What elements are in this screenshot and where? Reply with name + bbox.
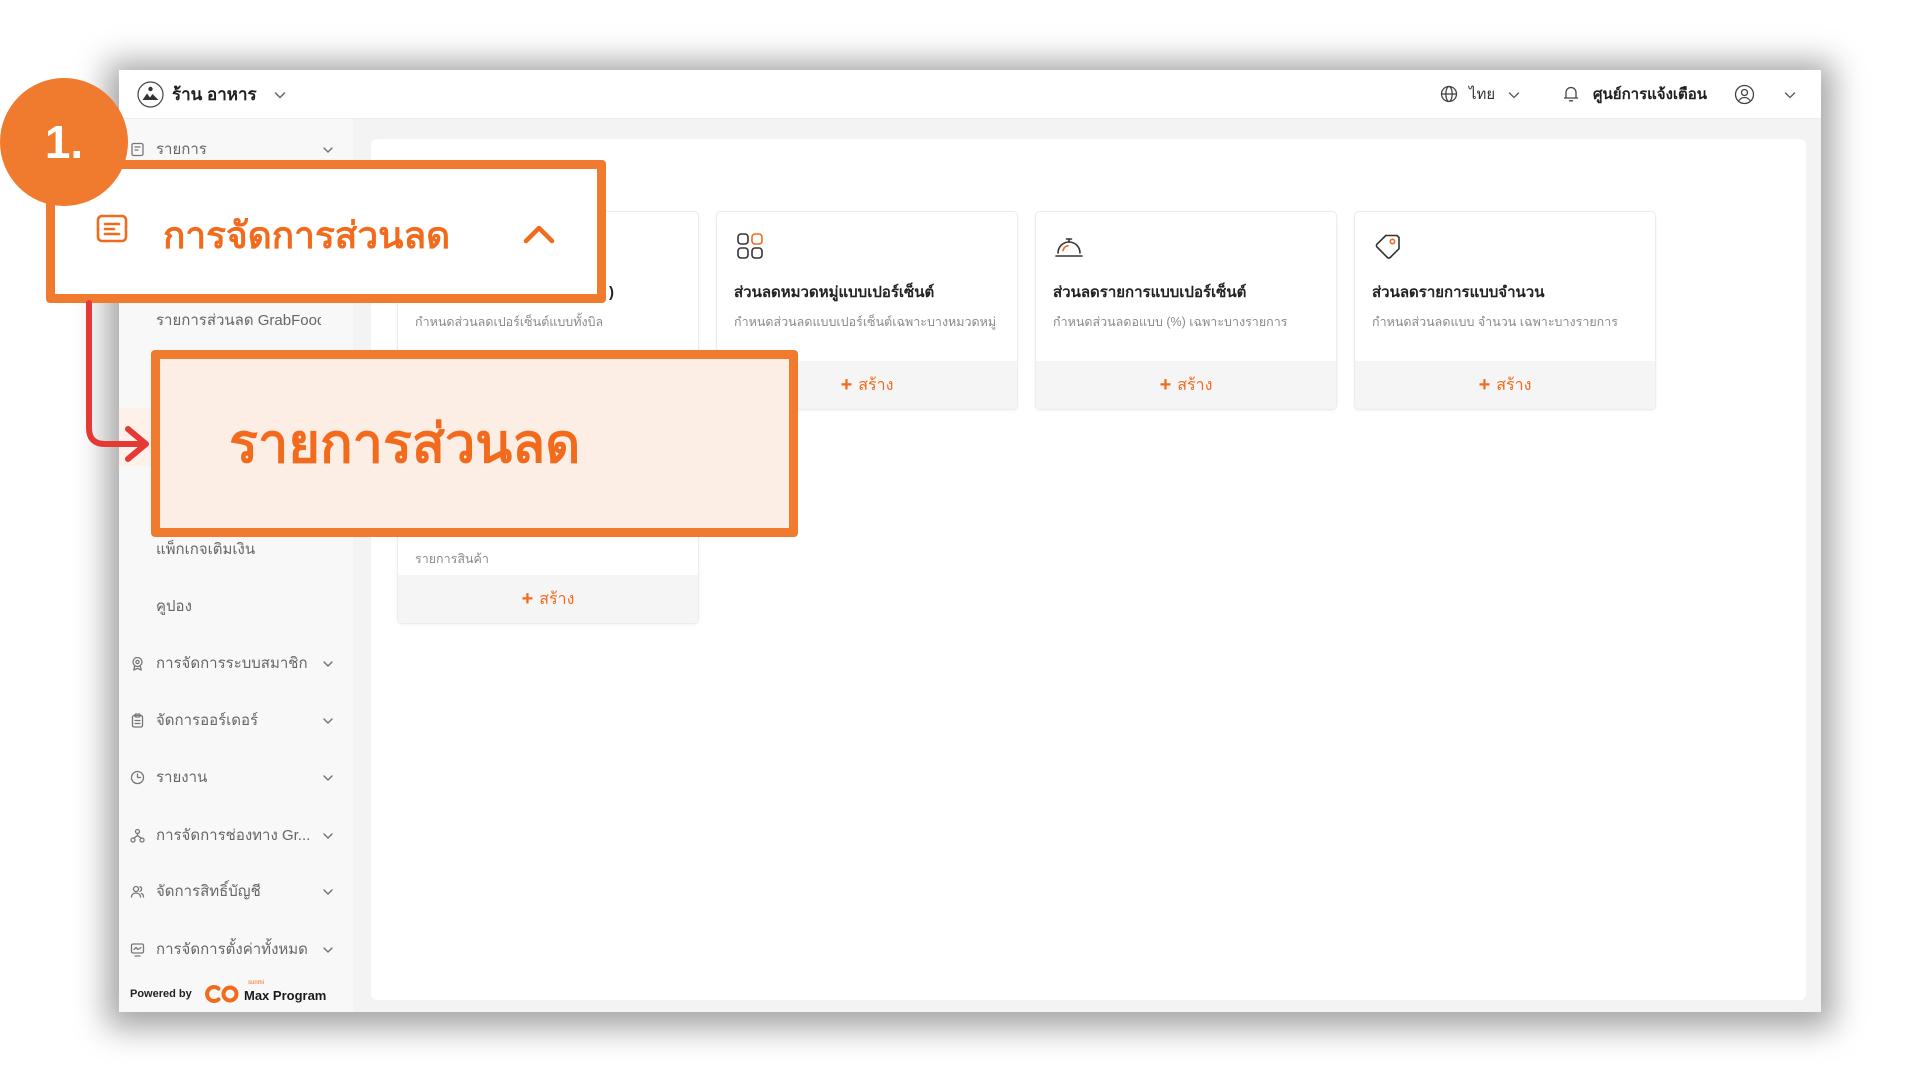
sidebar-item-label: รายการส่วนลด GrabFood xyxy=(156,312,321,329)
monitor-settings-icon xyxy=(130,942,145,957)
users-icon xyxy=(130,884,145,899)
card-description: กำหนดส่วนลดเปอร์เซ็นต์แบบทั้งบิล xyxy=(415,315,604,329)
price-tag-icon xyxy=(1373,231,1403,261)
create-button[interactable]: + สร้าง xyxy=(1036,361,1336,409)
create-button-label: สร้าง xyxy=(1496,376,1532,394)
chevron-up-icon xyxy=(522,223,556,245)
step-number-badge: 1. xyxy=(0,78,128,206)
user-circle-icon[interactable] xyxy=(1734,84,1755,105)
sidebar-item-membership[interactable]: การจัดการระบบสมาชิก xyxy=(119,644,353,684)
chevron-down-icon[interactable] xyxy=(1783,88,1797,102)
chevron-down-icon[interactable] xyxy=(322,715,334,727)
red-arrow-connector xyxy=(80,300,156,470)
step-number: 1. xyxy=(44,116,84,168)
store-name[interactable]: ร้าน อาหาร xyxy=(172,70,257,119)
sidebar-item-label: การจัดการระบบสมาชิก xyxy=(156,655,308,672)
store-logo[interactable] xyxy=(137,81,164,108)
sidebar-item-account-permissions[interactable]: จัดการสิทธิ์บัญชี xyxy=(119,872,353,912)
sidebar-item-label: การจัดการช่องทาง Gr... xyxy=(156,827,311,844)
sidebar-item-label: จัดการออร์เดอร์ xyxy=(156,712,259,729)
clipboard-icon xyxy=(130,713,145,728)
callout-discount-management: การจัดการส่วนลด xyxy=(46,160,606,303)
language-selector[interactable]: ไทย xyxy=(1469,70,1495,119)
callout-discount-list: รายการส่วนลด xyxy=(151,350,798,537)
member-badge-icon xyxy=(130,656,145,671)
callout-discount-list-label: รายการส่วนลด xyxy=(229,414,581,474)
bell-icon[interactable] xyxy=(1562,84,1580,104)
sidebar-item-settings[interactable]: การจัดการตั้งค่าทั้งหมด xyxy=(119,930,353,970)
card-title: ส่วนลดหมวดหมู่แบบเปอร์เซ็นต์ xyxy=(734,284,935,301)
top-bar: ร้าน อาหาร ไทย ศูนย์การแจ้งเตือน xyxy=(119,70,1821,119)
notification-center-link[interactable]: ศูนย์การแจ้งเตือน xyxy=(1593,70,1707,119)
discount-card-item-percent: ส่วนลดรายการแบบเปอร์เซ็นต์ กำหนดส่วนลดอแ… xyxy=(1035,211,1337,410)
sidebar-item-label: จัดการสิทธิ์บัญชี xyxy=(156,883,261,900)
chevron-down-icon[interactable] xyxy=(322,886,334,898)
sidebar-item-grab-channels[interactable]: การจัดการช่องทาง Gr... xyxy=(119,816,353,856)
card-description: กำหนดส่วนลดอแบบ (%) เฉพาะบางรายการ xyxy=(1053,315,1288,329)
chevron-down-icon[interactable] xyxy=(1507,88,1521,102)
sidebar-item-label: คูปอง xyxy=(156,598,192,615)
plus-icon: + xyxy=(840,374,853,396)
create-button-label: สร้าง xyxy=(1177,376,1213,394)
brand-name: Max Program xyxy=(244,988,327,1003)
clock-icon xyxy=(130,770,145,785)
channels-icon xyxy=(130,828,145,843)
globe-icon[interactable] xyxy=(1440,85,1458,103)
create-button-label: สร้าง xyxy=(539,590,575,608)
card-title: ส่วนลดรายการแบบจำนวน xyxy=(1372,284,1545,301)
sidebar-item-label: รายงาน xyxy=(156,769,208,786)
plus-icon: + xyxy=(521,588,534,610)
receipt-icon xyxy=(95,213,131,245)
tutorial-screenshot: ร้าน อาหาร ไทย ศูนย์การแจ้งเตือน รายการ … xyxy=(0,0,1920,1080)
sidebar-item-reports[interactable]: รายงาน xyxy=(119,758,353,798)
powered-by-label: Powered by xyxy=(130,988,192,1000)
create-button-label: สร้าง xyxy=(858,376,894,394)
card-description: รายการสินค้า xyxy=(415,552,489,566)
plus-icon: + xyxy=(1478,374,1491,396)
plus-icon: + xyxy=(1159,374,1172,396)
category-grid-icon xyxy=(735,231,765,261)
chevron-down-icon[interactable] xyxy=(322,830,334,842)
max-program-logo xyxy=(204,984,241,1004)
sidebar-item-order-management[interactable]: จัดการออร์เดอร์ xyxy=(119,701,353,741)
sidebar-item-coupons[interactable]: คูปอง xyxy=(119,587,353,627)
receipt-icon xyxy=(130,142,145,157)
chevron-down-icon[interactable] xyxy=(322,944,334,956)
powered-by-footer: Powered by sunmi Max Program xyxy=(130,980,345,1006)
create-button[interactable]: + สร้าง xyxy=(398,575,698,623)
card-description: กำหนดส่วนลดแบบ จำนวน เฉพาะบางรายการ xyxy=(1372,315,1618,329)
card-description: กำหนดส่วนลดแบบเปอร์เซ็นต์เฉพาะบางหมวดหมู… xyxy=(734,315,997,329)
card-title: ส่วนลดรายการแบบเปอร์เซ็นต์ xyxy=(1053,284,1247,301)
create-button[interactable]: + สร้าง xyxy=(1355,361,1655,409)
callout-discount-management-label: การจัดการส่วนลด xyxy=(163,215,451,256)
chevron-down-icon[interactable] xyxy=(322,144,334,156)
discount-card-item-amount: ส่วนลดรายการแบบจำนวน กำหนดส่วนลดแบบ จำนว… xyxy=(1354,211,1656,410)
chevron-down-icon[interactable] xyxy=(322,772,334,784)
cloche-icon xyxy=(1054,231,1084,261)
sidebar-item-label: การจัดการตั้งค่าทั้งหมด xyxy=(156,941,308,958)
chevron-down-icon[interactable] xyxy=(273,88,287,102)
chevron-down-icon[interactable] xyxy=(322,658,334,670)
